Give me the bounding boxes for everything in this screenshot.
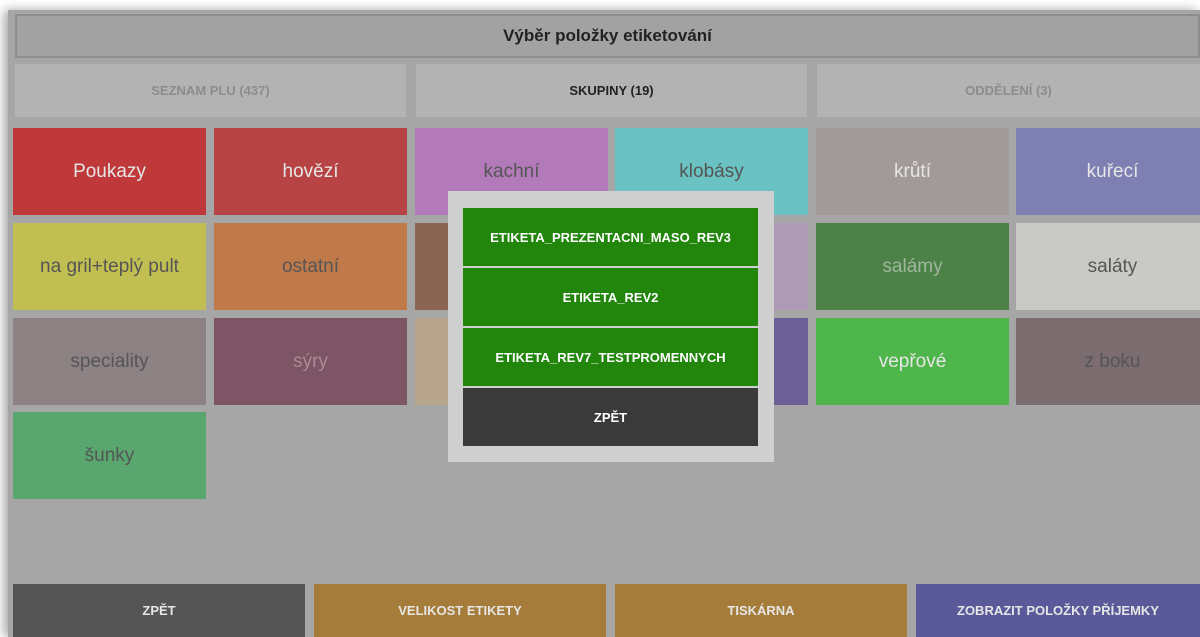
app-screen: Výběr položky etiketování SEZNAM PLU (43… [8, 10, 1200, 637]
printer-button[interactable]: TISKÁRNA [615, 584, 907, 637]
group-tile-veprove[interactable]: vepřové [816, 318, 1009, 405]
page-title: Výběr položky etiketování [15, 14, 1200, 58]
tab-groups[interactable]: SKUPINY (19) [416, 64, 807, 117]
back-button[interactable]: ZPĚT [13, 584, 305, 637]
group-tile-kureci[interactable]: kuřecí [1016, 128, 1200, 215]
tab-plu-list[interactable]: SEZNAM PLU (437) [15, 64, 406, 117]
group-tile-kruti[interactable]: krůtí [816, 128, 1009, 215]
group-tile-na-gril[interactable]: na gril+teplý pult [13, 223, 206, 310]
label-select-dialog: ETIKETA_PREZENTACNI_MASO_REV3 ETIKETA_RE… [448, 191, 774, 462]
label-option-rev7[interactable]: ETIKETA_REV7_TESTPROMENNYCH [463, 328, 758, 386]
label-option-prezentacni-maso[interactable]: ETIKETA_PREZENTACNI_MASO_REV3 [463, 208, 758, 266]
group-tile-z-boku[interactable]: z boku [1016, 318, 1200, 405]
group-tile-speciality[interactable]: speciality [13, 318, 206, 405]
group-tile-salaty[interactable]: saláty [1016, 223, 1200, 310]
tab-departments[interactable]: ODDĚLENÍ (3) [817, 64, 1200, 117]
group-tile-syry[interactable]: sýry [214, 318, 407, 405]
label-option-rev2[interactable]: ETIKETA_REV2 [463, 268, 758, 326]
label-size-button[interactable]: VELIKOST ETIKETY [314, 584, 606, 637]
group-tile-poukazy[interactable]: Poukazy [13, 128, 206, 215]
show-receipt-items-button[interactable]: ZOBRAZIT POLOŽKY PŘÍJEMKY [916, 584, 1200, 637]
group-tile-hovezi[interactable]: hovězí [214, 128, 407, 215]
dialog-back-button[interactable]: ZPĚT [463, 388, 758, 446]
group-tile-salamy[interactable]: salámy [816, 223, 1009, 310]
group-tile-sunky[interactable]: šunky [13, 412, 206, 499]
group-tile-ostatni[interactable]: ostatní [214, 223, 407, 310]
